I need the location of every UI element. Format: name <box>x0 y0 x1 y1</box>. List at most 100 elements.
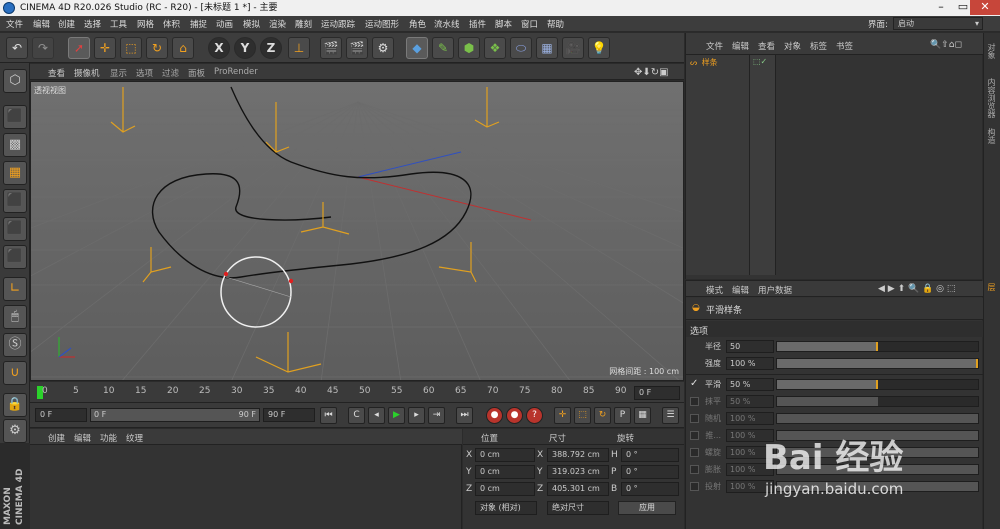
attribute-menu-userdata[interactable]: 用户数据 <box>758 284 792 296</box>
recent-tool-icon[interactable]: ⌂ <box>172 37 194 59</box>
cloner-icon[interactable]: ❖ <box>484 37 506 59</box>
menu-mograph[interactable]: 运动图形 <box>365 18 399 30</box>
menu-pipeline[interactable]: 流水线 <box>434 18 460 30</box>
menu-create[interactable]: 创建 <box>58 18 75 30</box>
key-scale-icon[interactable]: ⬚ <box>574 407 591 424</box>
attribute-menu-mode[interactable]: 模式 <box>706 284 723 296</box>
apply-button[interactable]: 应用 <box>618 501 676 515</box>
menu-file[interactable]: 文件 <box>6 18 23 30</box>
camera-icon[interactable]: 🎥 <box>562 37 584 59</box>
attribute-menu-edit[interactable]: 编辑 <box>732 284 749 296</box>
menu-sculpt[interactable]: 雕刻 <box>295 18 312 30</box>
tab-layers[interactable]: 层 <box>986 283 997 291</box>
param-field[interactable]: 50 % <box>726 395 774 408</box>
light-icon[interactable]: 💡 <box>588 37 610 59</box>
viewport-menu-display[interactable]: 显示 <box>110 67 127 79</box>
magnet-icon[interactable]: ∪ <box>3 361 27 385</box>
start-frame-field[interactable]: 0 F <box>35 408 87 422</box>
object-row-spline[interactable]: ᔕ 样条 <box>690 57 748 69</box>
visibility-check-icon[interactable]: ⬚✓ <box>753 57 767 66</box>
menu-edit[interactable]: 编辑 <box>33 18 50 30</box>
tab-objects[interactable]: 对象 <box>986 43 997 59</box>
menu-mesh[interactable]: 网格 <box>137 18 154 30</box>
menu-help[interactable]: 帮助 <box>547 18 564 30</box>
menu-render[interactable]: 渲染 <box>269 18 286 30</box>
points-mode-icon[interactable]: ⬛ <box>3 189 27 213</box>
rotation-b-field[interactable]: 0 ° <box>621 482 679 496</box>
autokey-icon[interactable]: ● <box>506 407 523 424</box>
model-mode-icon[interactable]: ⬛ <box>3 105 27 129</box>
object-menu-objects[interactable]: 对象 <box>784 40 801 52</box>
param-field[interactable]: 50 % <box>726 378 774 391</box>
minimize-icon[interactable]: – <box>930 0 952 15</box>
axis-mode-icon[interactable]: ∟ <box>3 277 27 301</box>
goto-end-icon[interactable]: ⏭ <box>456 407 473 424</box>
material-manager[interactable]: 创建 编辑 功能 纹理 <box>30 429 462 529</box>
material-menu-create[interactable]: 创建 <box>48 432 65 444</box>
record-icon[interactable]: ● <box>486 407 503 424</box>
position-z-field[interactable]: 0 cm <box>475 482 535 496</box>
floor-icon[interactable]: ▦ <box>536 37 558 59</box>
size-z-field[interactable]: 405.301 cm <box>547 482 609 496</box>
prev-frame-icon[interactable]: ◂ <box>368 407 385 424</box>
viewport-menu-prorender[interactable]: ProRender <box>214 67 258 77</box>
rotate-icon[interactable]: ↻ <box>146 37 168 59</box>
key-parameter-icon[interactable]: P <box>614 407 631 424</box>
timeline-window-icon[interactable]: ☰ <box>662 407 679 424</box>
prev-key-icon[interactable]: C <box>348 407 365 424</box>
size-y-field[interactable]: 319.023 cm <box>547 465 609 479</box>
menu-simulate[interactable]: 模拟 <box>243 18 260 30</box>
timeline-ruler[interactable]: 0 5 10 15 20 25 30 35 40 45 50 55 60 65 … <box>30 382 684 403</box>
strength-field[interactable]: 100 % <box>726 357 774 370</box>
x-axis-lock-icon[interactable]: X <box>208 37 230 59</box>
lock-workplane-icon[interactable]: 🔒 <box>3 393 27 417</box>
render-view-icon[interactable]: 🎬 <box>320 37 342 59</box>
key-rotation-icon[interactable]: ↻ <box>594 407 611 424</box>
material-menu-texture[interactable]: 纹理 <box>126 432 143 444</box>
strength-slider[interactable] <box>776 358 979 369</box>
menu-select[interactable]: 选择 <box>84 18 101 30</box>
polygons-mode-icon[interactable]: ⬛ <box>3 245 27 269</box>
size-mode-select[interactable]: 绝对尺寸 <box>547 501 609 515</box>
menu-plugins[interactable]: 插件 <box>469 18 486 30</box>
move-icon[interactable]: ✛ <box>94 37 116 59</box>
rotation-p-field[interactable]: 0 ° <box>621 465 679 479</box>
radius-slider[interactable] <box>776 341 979 352</box>
y-axis-lock-icon[interactable]: Y <box>234 37 256 59</box>
end-frame-field[interactable]: 90 F <box>263 408 315 422</box>
perspective-viewport[interactable]: 透视视图 网格间距 : 100 cm <box>30 81 684 381</box>
texture-mode-icon[interactable]: ▩ <box>3 133 27 157</box>
render-picture-viewer-icon[interactable]: 🎬 <box>346 37 368 59</box>
deformer-icon[interactable]: ⬭ <box>510 37 532 59</box>
attribute-nav-icons[interactable]: ◀ ▶ ⬆ 🔍 🔒 ◎ ⬚ <box>878 284 955 294</box>
menu-animate[interactable]: 动画 <box>216 18 233 30</box>
menu-window[interactable]: 窗口 <box>521 18 538 30</box>
viewport-nav-icons[interactable]: ✥⬇↻▣ <box>634 67 669 78</box>
redo-icon[interactable]: ↷ <box>32 37 54 59</box>
param-slider[interactable] <box>776 379 979 390</box>
workplane-mode-icon[interactable]: ▦ <box>3 161 27 185</box>
play-icon[interactable]: ▶ <box>388 407 405 424</box>
viewport-menu-view[interactable]: 查看 <box>48 67 65 79</box>
radius-field[interactable]: 50 <box>726 340 774 353</box>
rotation-h-field[interactable]: 0 ° <box>621 448 679 462</box>
snap-icon[interactable]: Ⓢ <box>3 333 27 357</box>
viewport-menu-filter[interactable]: 过滤 <box>162 67 179 79</box>
close-icon[interactable]: ✕ <box>970 0 1000 15</box>
render-settings-icon[interactable]: ⚙ <box>372 37 394 59</box>
goto-start-icon[interactable]: ⏮ <box>320 407 337 424</box>
menu-tools[interactable]: 工具 <box>110 18 127 30</box>
z-axis-lock-icon[interactable]: Z <box>260 37 282 59</box>
make-editable-icon[interactable]: ⬡ <box>3 69 27 93</box>
layout-select[interactable]: 启动 ▾ <box>893 17 983 30</box>
object-menu-bookmarks[interactable]: 书签 <box>836 40 853 52</box>
viewport-menu-cameras[interactable]: 摄像机 <box>74 67 100 79</box>
viewport-menu-options[interactable]: 选项 <box>136 67 153 79</box>
material-menu-function[interactable]: 功能 <box>100 432 117 444</box>
range-slider[interactable]: 0 F 90 F <box>90 408 260 422</box>
object-menu-edit[interactable]: 编辑 <box>732 40 749 52</box>
position-y-field[interactable]: 0 cm <box>475 465 535 479</box>
live-select-icon[interactable]: ➚ <box>68 37 90 59</box>
object-menu-file[interactable]: 文件 <box>706 40 723 52</box>
cube-object-icon[interactable]: ◆ <box>406 37 428 59</box>
